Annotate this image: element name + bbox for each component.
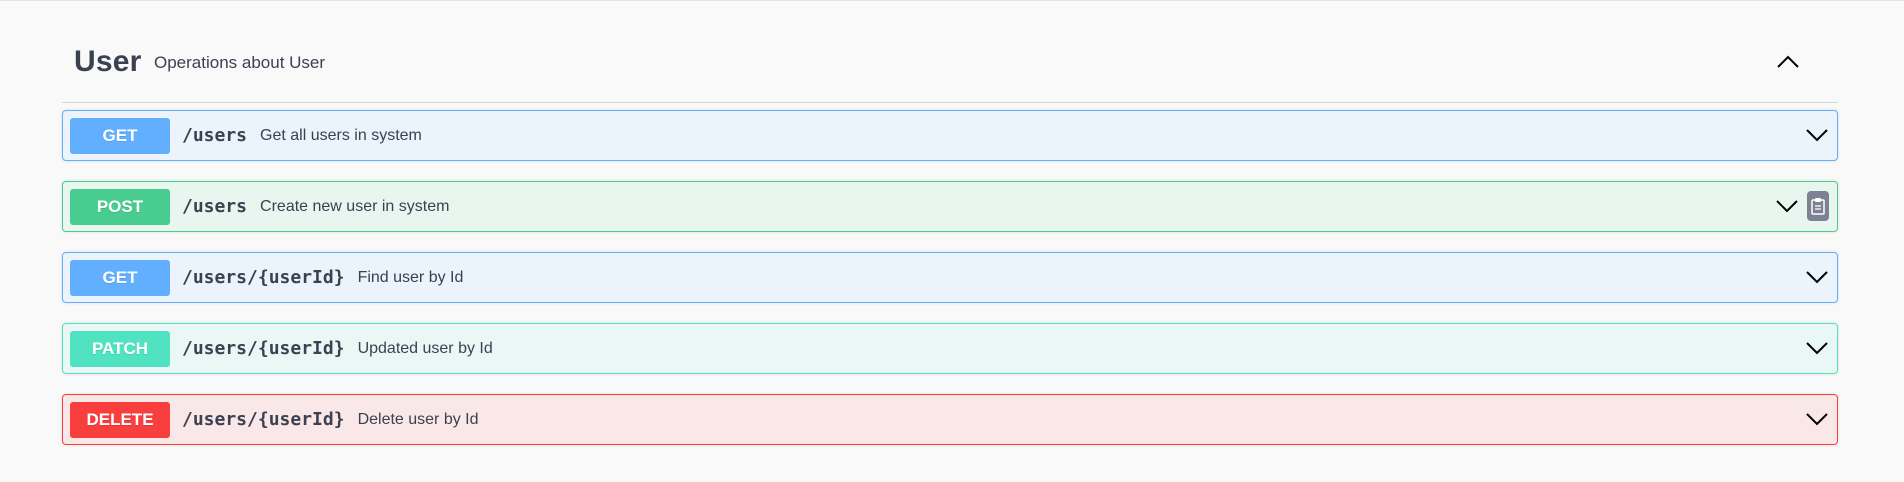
operation-get-user-by-id[interactable]: GET /users/{userId} Find user by Id <box>62 252 1838 303</box>
operation-path: /users <box>182 196 248 217</box>
operation-summary: Find user by Id <box>357 268 464 286</box>
operation-delete-user[interactable]: DELETE /users/{userId} Delete user by Id <box>62 394 1838 445</box>
method-badge: DELETE <box>70 401 170 438</box>
clipboard-icon[interactable] <box>1807 191 1829 221</box>
chevron-down-icon[interactable] <box>1805 123 1829 147</box>
tag-description: Operations about User <box>154 53 326 72</box>
method-badge: GET <box>70 117 170 154</box>
method-badge: PATCH <box>70 330 170 367</box>
chevron-down-icon[interactable] <box>1805 336 1829 360</box>
method-badge: POST <box>70 188 170 225</box>
operation-post-users[interactable]: POST /users Create new user in system <box>62 181 1838 232</box>
top-divider <box>0 0 1904 1</box>
tag-header[interactable]: User Operations about User <box>62 26 1838 103</box>
operation-path: /users/{userId} <box>182 409 345 430</box>
tag-title[interactable]: User <box>74 45 142 79</box>
chevron-down-icon[interactable] <box>1775 194 1799 218</box>
method-badge: GET <box>70 259 170 296</box>
user-tag-section: User Operations about User GET /users Ge… <box>62 26 1838 465</box>
operation-summary: Delete user by Id <box>357 410 479 428</box>
operation-summary: Get all users in system <box>260 126 422 144</box>
chevron-down-icon[interactable] <box>1805 265 1829 289</box>
chevron-up-icon[interactable] <box>1774 50 1802 74</box>
operation-summary: Updated user by Id <box>357 339 493 357</box>
operations-list: GET /users Get all users in system POST … <box>62 110 1838 445</box>
chevron-down-icon[interactable] <box>1805 407 1829 431</box>
operation-path: /users <box>182 125 248 146</box>
operation-get-users[interactable]: GET /users Get all users in system <box>62 110 1838 161</box>
operation-path: /users/{userId} <box>182 338 345 359</box>
operation-summary: Create new user in system <box>260 197 450 215</box>
operation-path: /users/{userId} <box>182 267 345 288</box>
operation-patch-user[interactable]: PATCH /users/{userId} Updated user by Id <box>62 323 1838 374</box>
